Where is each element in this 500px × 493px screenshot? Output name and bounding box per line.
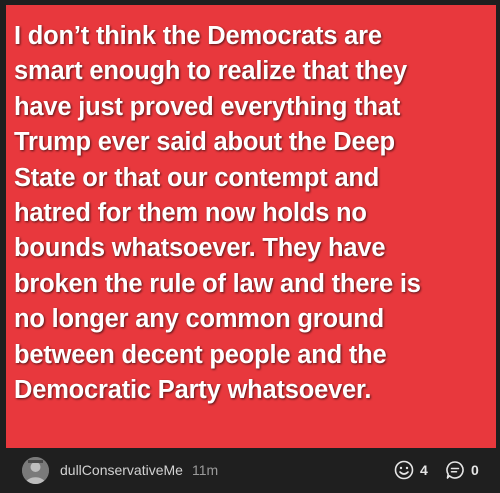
- reactions-button[interactable]: 4: [394, 458, 428, 482]
- avatar-image: [22, 457, 49, 484]
- time-ago: 11m: [192, 462, 219, 478]
- smiley-face-icon: [394, 460, 414, 480]
- post-text: I don’t think the Democrats are smart en…: [14, 22, 421, 405]
- post-footer: dullConservativeMe 11m 4 0: [0, 448, 500, 493]
- avatar[interactable]: [22, 457, 49, 484]
- comment-bubble-icon: [445, 460, 465, 480]
- comments-button[interactable]: 0: [445, 458, 479, 482]
- comments-count: 0: [471, 462, 479, 478]
- reactions-count: 4: [420, 462, 428, 478]
- username[interactable]: dullConservativeMe: [60, 462, 183, 479]
- post-card[interactable]: I don’t think the Democrats are smart en…: [6, 5, 496, 448]
